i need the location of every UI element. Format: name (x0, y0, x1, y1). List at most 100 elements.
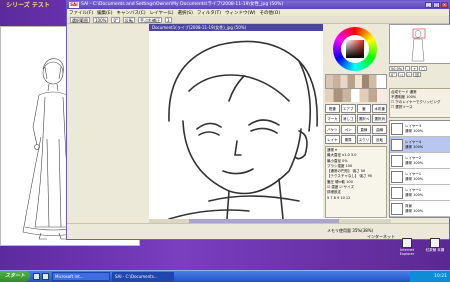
system-tray-clock: 10:21 (410, 271, 450, 282)
menu-edit[interactable]: 編集(E) (97, 10, 112, 16)
navigator-preview[interactable] (389, 24, 450, 64)
brush-options-panel: 通常 ▾ 最大直径 x1.0 3.0 最小直径 0% ブラシ濃度 100 【通常… (325, 146, 387, 218)
toolbar-selection[interactable]: 選択範囲 (70, 16, 90, 23)
status-zone: インターネット (367, 234, 395, 239)
desktop-icon-label: 紅茶鯖 本棚 (425, 248, 445, 252)
toolbar-rotate[interactable]: 0° (111, 16, 120, 23)
menu-other[interactable]: その他(O) (260, 10, 281, 16)
menu-window[interactable]: ウィンドウ(W) (225, 10, 255, 16)
color-wheel[interactable] (333, 27, 377, 71)
maximize-icon[interactable]: □ (433, 2, 440, 8)
quick-launch-ie-icon[interactable] (33, 273, 40, 280)
internet-explorer-icon (402, 238, 412, 248)
navigator-thumbnail (411, 28, 426, 62)
layer-mode: 通常 100% (405, 144, 424, 149)
tool-multiply[interactable]: 乗算 (340, 134, 356, 144)
layer-thumbnail (391, 186, 403, 199)
sai-statusbar: メモリ使用量 35%(38%) インターネット (67, 223, 449, 239)
toolbar-zoom[interactable]: 100% (93, 16, 109, 23)
layer-mode: 通常 100% (405, 208, 424, 213)
layer-item[interactable]: レイヤー2 通常 100% (390, 153, 450, 169)
layer-name: レイヤー1 (405, 172, 422, 176)
desktop-logo-text: シリーズ テスト (6, 2, 50, 9)
layer-item[interactable]: レイヤー3 通常 100% (390, 121, 450, 137)
color-swatches-row2[interactable] (325, 88, 387, 102)
tool-brush[interactable]: 筆 (356, 104, 372, 113)
folder-icon (430, 238, 440, 248)
menu-filter[interactable]: フィルタ(T) (197, 10, 221, 16)
sai-titlebar[interactable]: SAI SAI - C:\Documents and Settings\Owne… (67, 1, 449, 9)
layer-item[interactable]: レイヤー1 通常 100% (390, 169, 450, 185)
taskbar-button-ie[interactable]: Microsoft Int... (52, 272, 110, 281)
tool-grid: 鉛筆 エアブラシ 筆 水彩筆 マーカー 消しゴム 選択ペン 選択消し バケツ ペ… (325, 104, 387, 144)
nav-zoom-value[interactable]: 50.0% (389, 66, 405, 71)
layer-thumbnail (391, 170, 403, 183)
color-square[interactable] (346, 40, 364, 58)
tool-watercolor[interactable]: 水彩筆 (372, 104, 387, 113)
navigator-controls: 50.0% - + □ 0° ◁ ▷ 回 (389, 66, 450, 86)
toolbar: 選択範囲 100% 0° 反転 手ぶれ補正 3 (67, 16, 449, 24)
quick-launch-desktop-icon[interactable] (42, 273, 49, 280)
tool-select-eraser[interactable]: 選択消し (372, 114, 387, 124)
menu-select[interactable]: 選択(S) (178, 10, 193, 16)
start-button[interactable]: スタート (0, 271, 30, 282)
nav-rotate-value[interactable]: 0° (389, 72, 397, 77)
sai-window[interactable]: SAI SAI - C:\Documents and Settings\Owne… (66, 0, 450, 240)
tool-screen[interactable]: スクリーン (356, 134, 372, 144)
desktop-icon-folder[interactable]: 紅茶鯖 本棚 (424, 238, 446, 256)
toolbar-stabilizer-label: 手ぶれ補正 (137, 16, 162, 23)
layer-mode: 通常 100% (405, 176, 424, 181)
nav-zoom-fit-button[interactable]: □ (419, 66, 427, 71)
tool-eraser[interactable]: 消しゴム (340, 114, 356, 124)
layer-name: レイヤー2 (405, 156, 422, 160)
taskbar: スタート Microsoft Int... SAI - C:\Documents… (0, 270, 450, 282)
layer-item[interactable]: レイヤー1 通常 100% (390, 185, 450, 201)
nav-zoom-in-button[interactable]: + (411, 66, 419, 71)
layer-name: レイヤー3 (405, 124, 422, 128)
menu-canvas[interactable]: キャンバス(C) (116, 10, 145, 16)
tool-layer[interactable]: レイヤー (325, 134, 340, 144)
tool-bucket[interactable]: バケツ (325, 124, 340, 134)
toolbar-stabilizer-value[interactable]: 3 (164, 16, 172, 23)
nav-rotate-right-button[interactable]: ▷ (405, 72, 413, 77)
menu-layer[interactable]: レイヤー(L) (150, 10, 174, 16)
left-toolbox-area (67, 24, 149, 223)
layer-item[interactable]: 背景 通常 100% (390, 201, 450, 217)
desktop-icon-ie[interactable]: Internet Explorer (396, 238, 418, 256)
layer-options-panel: 合成モード 通常 不透明度 100% ☐ 下のレイヤーでクリッピング ☐ 選択ソ… (389, 88, 450, 118)
tool-marker[interactable]: マーカー (325, 114, 340, 124)
tool-invert[interactable]: 反転 (372, 134, 387, 144)
minimize-icon[interactable]: _ (425, 2, 432, 8)
layer-name: レイヤー1 (405, 188, 422, 192)
layer-mode: 通常 100% (405, 128, 424, 133)
tool-pen[interactable]: ペン (340, 124, 356, 134)
close-icon[interactable]: × (441, 2, 448, 8)
nav-rotate-reset-button[interactable]: 回 (413, 72, 421, 77)
right-panel: 鉛筆 エアブラシ 筆 水彩筆 マーカー 消しゴム 選択ペン 選択消し バケツ ペ… (323, 24, 450, 218)
nav-rotate-left-button[interactable]: ◁ (397, 72, 405, 77)
layer-thumbnail (391, 154, 403, 167)
tool-pencil[interactable]: 鉛筆 (325, 104, 340, 113)
menu-file[interactable]: ファイル(F) (69, 10, 93, 16)
brush-size-presets[interactable]: 5 7 8 9 10 12 (327, 196, 385, 201)
layer-selection-source-checkbox[interactable]: ☐ 選択ソース (391, 105, 449, 110)
tool-airbrush[interactable]: エアブラシ (340, 104, 356, 113)
nav-zoom-out-button[interactable]: - (405, 66, 411, 71)
toolbar-flip[interactable]: 反転 (122, 16, 135, 23)
desktop-icon-label: Internet Explorer (399, 248, 415, 256)
layer-thumbnail (391, 202, 403, 215)
menubar: ファイル(F) 編集(E) キャンバス(C) レイヤー(L) 選択(S) フィル… (67, 9, 449, 16)
layer-mode: 通常 100% (405, 192, 424, 197)
layer-item-selected[interactable]: レイヤー4 通常 100% (390, 137, 450, 153)
quick-launch (33, 273, 49, 280)
window-title: SAI - C:\Documents and Settings\Owner\My… (81, 2, 284, 7)
layer-thumbnail (391, 138, 403, 151)
tool-select-pen[interactable]: 選択ペン (356, 114, 372, 124)
sai-app-icon: SAI (69, 2, 79, 8)
layer-name: レイヤー4 (405, 140, 422, 144)
layer-thumbnail (391, 122, 403, 135)
tool-curve[interactable]: 曲線 (372, 124, 387, 134)
layer-mode: 通常 100% (405, 160, 424, 165)
taskbar-button-sai[interactable]: SAI - C:\Documents... (112, 272, 174, 281)
tool-line[interactable]: 直線 (356, 124, 372, 134)
